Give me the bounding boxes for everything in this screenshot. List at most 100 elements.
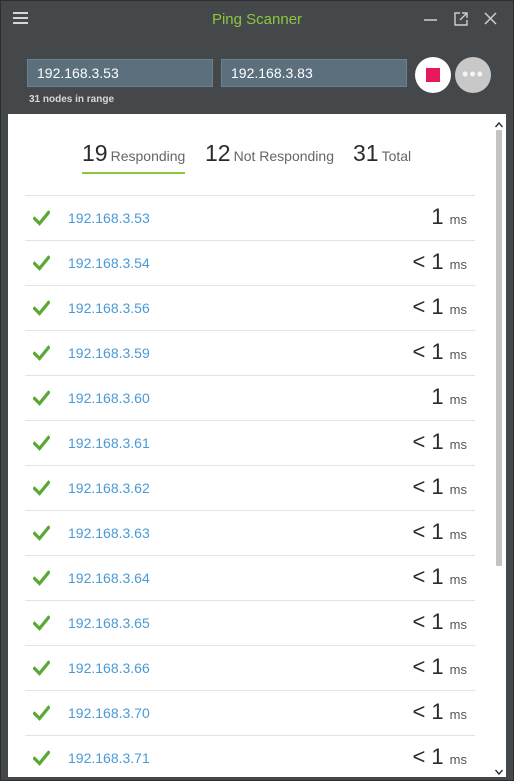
- latency-value: 1: [431, 204, 444, 229]
- result-row[interactable]: 192.168.3.61 < 1 ms: [25, 420, 475, 465]
- more-icon: •••: [462, 64, 484, 84]
- app-window: Ping Scanner 31 nodes in range ••• 19Res…: [0, 0, 514, 781]
- result-latency: < 1 ms: [412, 294, 467, 320]
- check-icon: [33, 300, 50, 316]
- result-ip-link[interactable]: 192.168.3.60: [68, 390, 150, 406]
- latency-value: < 1: [412, 654, 444, 679]
- stop-icon: [426, 68, 440, 82]
- more-button[interactable]: •••: [455, 57, 491, 93]
- result-row[interactable]: 192.168.3.64 < 1 ms: [25, 555, 475, 600]
- check-icon: [33, 705, 50, 721]
- latency-value: < 1: [412, 699, 444, 724]
- result-row[interactable]: 192.168.3.66 < 1 ms: [25, 645, 475, 690]
- result-row[interactable]: 192.168.3.70 < 1 ms: [25, 690, 475, 735]
- latency-value: < 1: [412, 564, 444, 589]
- not-responding-count: 12: [205, 140, 231, 166]
- latency-unit: ms: [449, 617, 467, 632]
- result-latency: < 1 ms: [412, 519, 467, 545]
- latency-unit: ms: [449, 437, 467, 452]
- latency-unit: ms: [449, 257, 467, 272]
- latency-value: < 1: [412, 744, 444, 769]
- scroll-down-icon[interactable]: [494, 764, 504, 776]
- result-latency: < 1 ms: [412, 339, 467, 365]
- latency-unit: ms: [449, 572, 467, 587]
- result-ip-link[interactable]: 192.168.3.54: [68, 255, 150, 271]
- check-icon: [33, 345, 50, 361]
- latency-value: < 1: [412, 609, 444, 634]
- result-row[interactable]: 192.168.3.65 < 1 ms: [25, 600, 475, 645]
- result-row[interactable]: 192.168.3.71 < 1 ms: [25, 735, 475, 777]
- title-bar: Ping Scanner: [1, 1, 513, 37]
- result-ip-link[interactable]: 192.168.3.63: [68, 525, 150, 541]
- results-list: 192.168.3.53 1 ms 192.168.3.54 < 1 ms 192.168.…: [25, 195, 475, 777]
- result-ip-link[interactable]: 192.168.3.71: [68, 750, 150, 766]
- result-row[interactable]: 192.168.3.56 < 1 ms: [25, 285, 475, 330]
- latency-value: < 1: [412, 339, 444, 364]
- latency-unit: ms: [449, 392, 467, 407]
- result-latency: < 1 ms: [412, 249, 467, 275]
- latency-value: < 1: [412, 519, 444, 544]
- start-ip-input[interactable]: [27, 59, 213, 87]
- check-icon: [33, 660, 50, 676]
- latency-unit: ms: [449, 527, 467, 542]
- check-icon: [33, 435, 50, 451]
- result-latency: < 1 ms: [412, 609, 467, 635]
- latency-unit: ms: [449, 482, 467, 497]
- result-latency: 1 ms: [431, 384, 467, 410]
- close-icon[interactable]: [481, 9, 501, 29]
- scroll-up-icon[interactable]: [494, 117, 504, 128]
- result-latency: < 1 ms: [412, 474, 467, 500]
- result-row[interactable]: 192.168.3.60 1 ms: [25, 375, 475, 420]
- tab-responding[interactable]: 19 Responding: [82, 140, 186, 174]
- check-icon: [33, 255, 50, 271]
- stop-button[interactable]: [415, 57, 451, 93]
- check-icon: [33, 750, 50, 766]
- minimize-icon[interactable]: [421, 9, 441, 29]
- scroll-thumb[interactable]: [496, 130, 502, 566]
- result-ip-link[interactable]: 192.168.3.64: [68, 570, 150, 586]
- check-icon: [33, 480, 50, 496]
- result-ip-link[interactable]: 192.168.3.62: [68, 480, 150, 496]
- check-icon: [33, 390, 50, 406]
- latency-value: < 1: [412, 474, 444, 499]
- latency-unit: ms: [449, 707, 467, 722]
- popout-icon[interactable]: [451, 9, 471, 29]
- tab-total[interactable]: 31 Total: [353, 140, 411, 167]
- range-hint: 31 nodes in range: [29, 94, 115, 105]
- total-label: Total: [381, 148, 412, 164]
- check-icon: [33, 525, 50, 541]
- result-row[interactable]: 192.168.3.54 < 1 ms: [25, 240, 475, 285]
- tab-not-responding[interactable]: 12 Not Responding: [205, 140, 334, 167]
- latency-unit: ms: [449, 752, 467, 767]
- result-ip-link[interactable]: 192.168.3.56: [68, 300, 150, 316]
- result-ip-link[interactable]: 192.168.3.59: [68, 345, 150, 361]
- latency-value: < 1: [412, 249, 444, 274]
- results-panel: 19 Responding 12 Not Responding 31 Total 19…: [8, 114, 506, 777]
- total-count: 31: [353, 140, 379, 166]
- result-ip-link[interactable]: 192.168.3.61: [68, 435, 150, 451]
- result-latency: < 1 ms: [412, 429, 467, 455]
- result-ip-link[interactable]: 192.168.3.65: [68, 615, 150, 631]
- latency-value: < 1: [412, 429, 444, 454]
- not-responding-label: Not Responding: [233, 148, 334, 164]
- check-icon: [33, 615, 50, 631]
- end-ip-input[interactable]: [221, 59, 407, 87]
- result-ip-link[interactable]: 192.168.3.70: [68, 705, 150, 721]
- result-ip-link[interactable]: 192.168.3.53: [68, 210, 150, 226]
- latency-value: 1: [431, 384, 444, 409]
- result-ip-link[interactable]: 192.168.3.66: [68, 660, 150, 676]
- latency-value: < 1: [412, 294, 444, 319]
- result-row[interactable]: 192.168.3.62 < 1 ms: [25, 465, 475, 510]
- result-latency: < 1 ms: [412, 744, 467, 770]
- result-latency: 1 ms: [431, 204, 467, 230]
- check-icon: [33, 210, 50, 226]
- responding-label: Responding: [110, 148, 186, 164]
- latency-unit: ms: [449, 212, 467, 227]
- scrollbar[interactable]: [492, 114, 506, 777]
- result-latency: < 1 ms: [412, 564, 467, 590]
- result-latency: < 1 ms: [412, 699, 467, 725]
- latency-unit: ms: [449, 347, 467, 362]
- result-row[interactable]: 192.168.3.53 1 ms: [25, 195, 475, 240]
- result-row[interactable]: 192.168.3.59 < 1 ms: [25, 330, 475, 375]
- result-row[interactable]: 192.168.3.63 < 1 ms: [25, 510, 475, 555]
